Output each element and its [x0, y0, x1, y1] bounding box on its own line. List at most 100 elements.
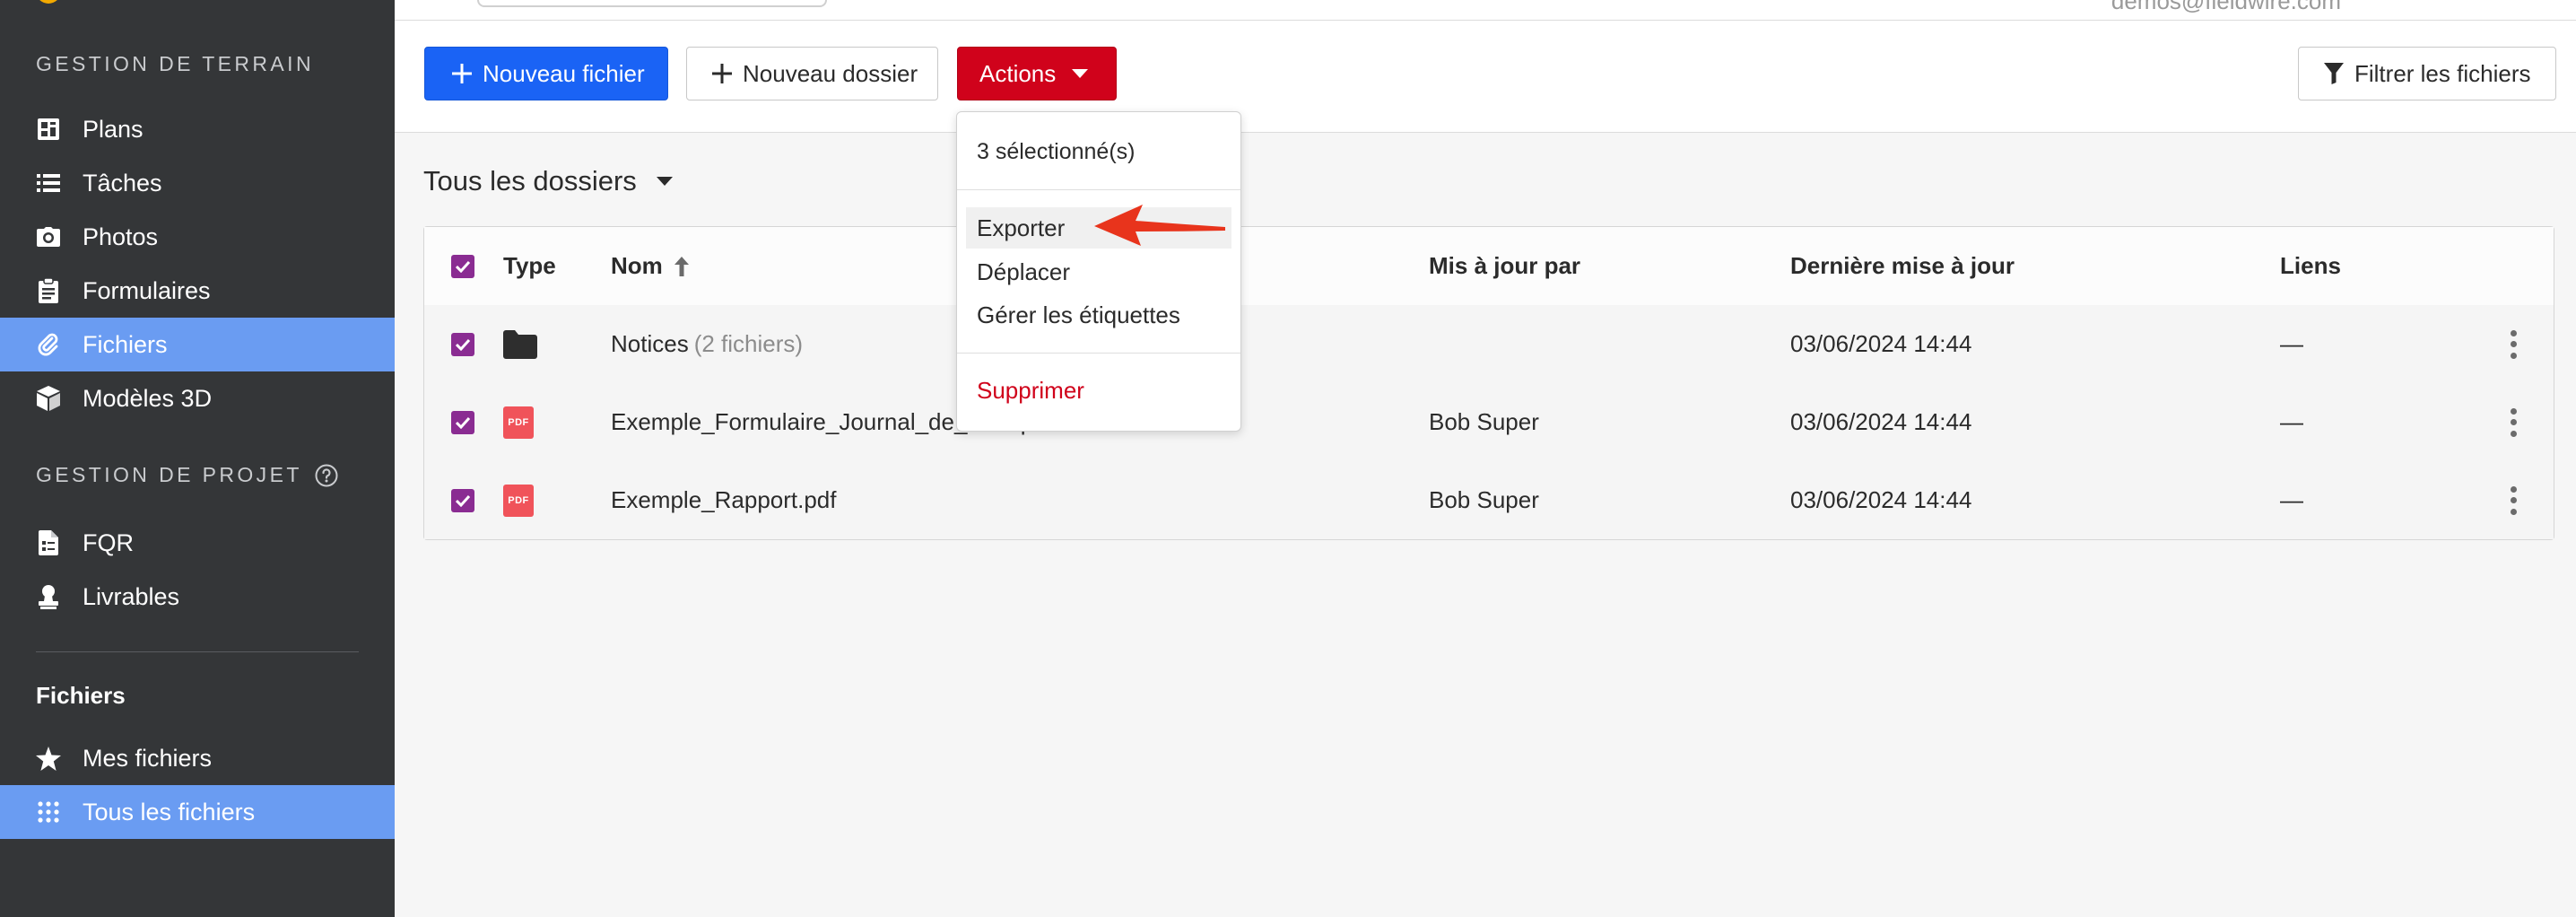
row-select-cell	[451, 383, 474, 461]
folder-selector[interactable]: Tous les dossiers	[423, 165, 673, 197]
user-email[interactable]: demos@fieldwire.com	[2111, 0, 2341, 15]
sidebar-divider	[36, 651, 359, 652]
sidebar-item-label: FQR	[83, 528, 134, 556]
updated-by-cell: Bob Super	[1429, 486, 1539, 513]
type-cell: PDF	[503, 383, 534, 461]
folder-icon	[503, 329, 537, 359]
clipboard-icon	[36, 278, 61, 303]
filter-files-label: Filtrer les fichiers	[2354, 59, 2531, 87]
sidebar-item-label: Modèles 3D	[83, 384, 213, 412]
links-cell: —	[2280, 408, 2303, 435]
column-header-last-update[interactable]: Dernière mise à jour	[1790, 227, 2015, 305]
filter-files-button[interactable]: Filtrer les fichiers	[2298, 47, 2556, 100]
new-folder-label: Nouveau dossier	[743, 59, 918, 87]
sidebar-item-forms[interactable]: Formulaires	[0, 264, 395, 318]
star-icon	[36, 746, 61, 771]
files-section-heading: Fichiers	[36, 682, 126, 709]
search-input[interactable]	[477, 0, 827, 7]
last-update-cell: 03/06/2024 14:44	[1790, 486, 1972, 513]
annotation-arrow-icon	[1092, 199, 1227, 253]
last-update-cell: 03/06/2024 14:44	[1790, 330, 1972, 357]
name-cell[interactable]: Exemple_Rapport.pdf	[611, 461, 836, 539]
row-checkbox[interactable]	[451, 332, 474, 356]
sidebar-item-deliverables[interactable]: Livrables	[0, 570, 395, 624]
sidebar-item-label: Tous les fichiers	[83, 798, 256, 825]
row-select-cell	[451, 305, 474, 383]
links-cell: —	[2280, 486, 2303, 513]
sort-ascending-icon	[674, 256, 690, 277]
links-cell: —	[2280, 330, 2303, 357]
select-all-checkbox[interactable]	[451, 254, 474, 278]
updated-by-cell: Bob Super	[1429, 408, 1539, 435]
table-row[interactable]: PDF Exemple_Rapport.pdf Bob Super 03/06/…	[424, 461, 2554, 539]
files-toolbar: Nouveau fichier Nouveau dossier Actions …	[395, 21, 2576, 133]
name-cell[interactable]: Notices (2 fichiers)	[611, 305, 803, 383]
filter-funnel-icon	[2324, 63, 2344, 84]
caret-down-icon	[656, 177, 673, 186]
paperclip-icon	[36, 332, 61, 357]
sidebar-item-plans[interactable]: Plans	[0, 102, 395, 156]
folder-selector-label: Tous les dossiers	[423, 165, 637, 196]
actions-label: Actions	[979, 59, 1057, 87]
row-checkbox[interactable]	[451, 488, 474, 512]
column-header-links: Liens	[2280, 252, 2341, 279]
grid-icon	[36, 799, 61, 825]
type-cell	[503, 305, 537, 383]
row-menu-cell	[2500, 383, 2527, 461]
more-vertical-icon[interactable]	[2500, 405, 2527, 441]
file-count: (2 fichiers)	[693, 330, 804, 357]
document-icon	[36, 530, 61, 555]
selected-count: 3 sélectionné(s)	[977, 139, 1136, 164]
menu-item-manage-tags[interactable]: Gérer les étiquettes	[966, 294, 1231, 336]
sidebar-item-rfi[interactable]: FQR	[0, 516, 395, 570]
column-header-updated-by[interactable]: Mis à jour par	[1429, 227, 1580, 305]
column-header-type: Type	[503, 252, 556, 279]
select-all-cell	[451, 227, 474, 305]
sidebar-item-label: Plans	[83, 115, 144, 143]
plus-icon	[712, 64, 732, 83]
sidebar: GESTION DE TERRAIN Plans Tâches Photos F…	[0, 0, 395, 917]
table-row[interactable]: Notices (2 fichiers) 03/06/2024 14:44 —	[424, 305, 2554, 384]
sidebar-item-photos[interactable]: Photos	[0, 210, 395, 264]
menu-item-move[interactable]: Déplacer	[966, 251, 1231, 293]
file-name[interactable]: Exemple_Rapport.pdf	[611, 486, 836, 514]
new-file-button[interactable]: Nouveau fichier	[424, 47, 668, 100]
new-file-label: Nouveau fichier	[483, 59, 645, 87]
actions-button[interactable]: Actions	[957, 47, 1117, 100]
section-heading-field-management: GESTION DE TERRAIN	[36, 52, 314, 75]
sidebar-item-files[interactable]: Fichiers	[0, 318, 395, 371]
sidebar-item-label: Mes fichiers	[83, 744, 213, 772]
more-vertical-icon[interactable]	[2500, 327, 2527, 362]
row-checkbox[interactable]	[451, 410, 474, 434]
sidebar-item-my-files[interactable]: Mes fichiers	[0, 731, 395, 785]
sidebar-item-tasks[interactable]: Tâches	[0, 156, 395, 210]
actions-dropdown-menu: 3 sélectionné(s) Exporter Déplacer Gérer…	[956, 111, 1241, 432]
sidebar-item-label: Tâches	[83, 169, 162, 196]
table-row[interactable]: PDF Exemple_Formulaire_Journal_de_bord.p…	[424, 383, 2554, 462]
section-heading-label: GESTION DE PROJET	[36, 463, 302, 486]
stamp-icon	[36, 584, 61, 609]
section-heading-project-management: GESTION DE PROJET	[36, 463, 338, 487]
row-menu-cell	[2500, 461, 2527, 539]
camera-icon	[36, 224, 61, 249]
brand-logo	[36, 0, 61, 4]
help-circle-icon[interactable]	[315, 464, 338, 487]
sidebar-item-label: Livrables	[83, 582, 180, 610]
plans-icon	[36, 117, 61, 142]
new-folder-button[interactable]: Nouveau dossier	[686, 47, 938, 100]
row-select-cell	[451, 461, 474, 539]
sidebar-item-label: Photos	[83, 223, 159, 250]
file-name[interactable]: Notices	[611, 330, 689, 358]
row-menu-cell	[2500, 305, 2527, 383]
type-cell: PDF	[503, 461, 534, 539]
last-update-cell: 03/06/2024 14:44	[1790, 408, 1972, 435]
column-header-name[interactable]: Nom	[611, 227, 690, 305]
column-header-name-label: Nom	[611, 252, 663, 279]
menu-item-delete[interactable]: Supprimer	[966, 370, 1231, 411]
sidebar-item-3d-models[interactable]: Modèles 3D	[0, 371, 395, 425]
more-vertical-icon[interactable]	[2500, 483, 2527, 519]
table-header-row: Type Nom Mis à jour par Dernière mise à …	[424, 227, 2554, 306]
menu-divider	[957, 189, 1240, 190]
sidebar-item-all-files[interactable]: Tous les fichiers	[0, 785, 395, 839]
top-header: demos@fieldwire.com	[395, 0, 2576, 21]
